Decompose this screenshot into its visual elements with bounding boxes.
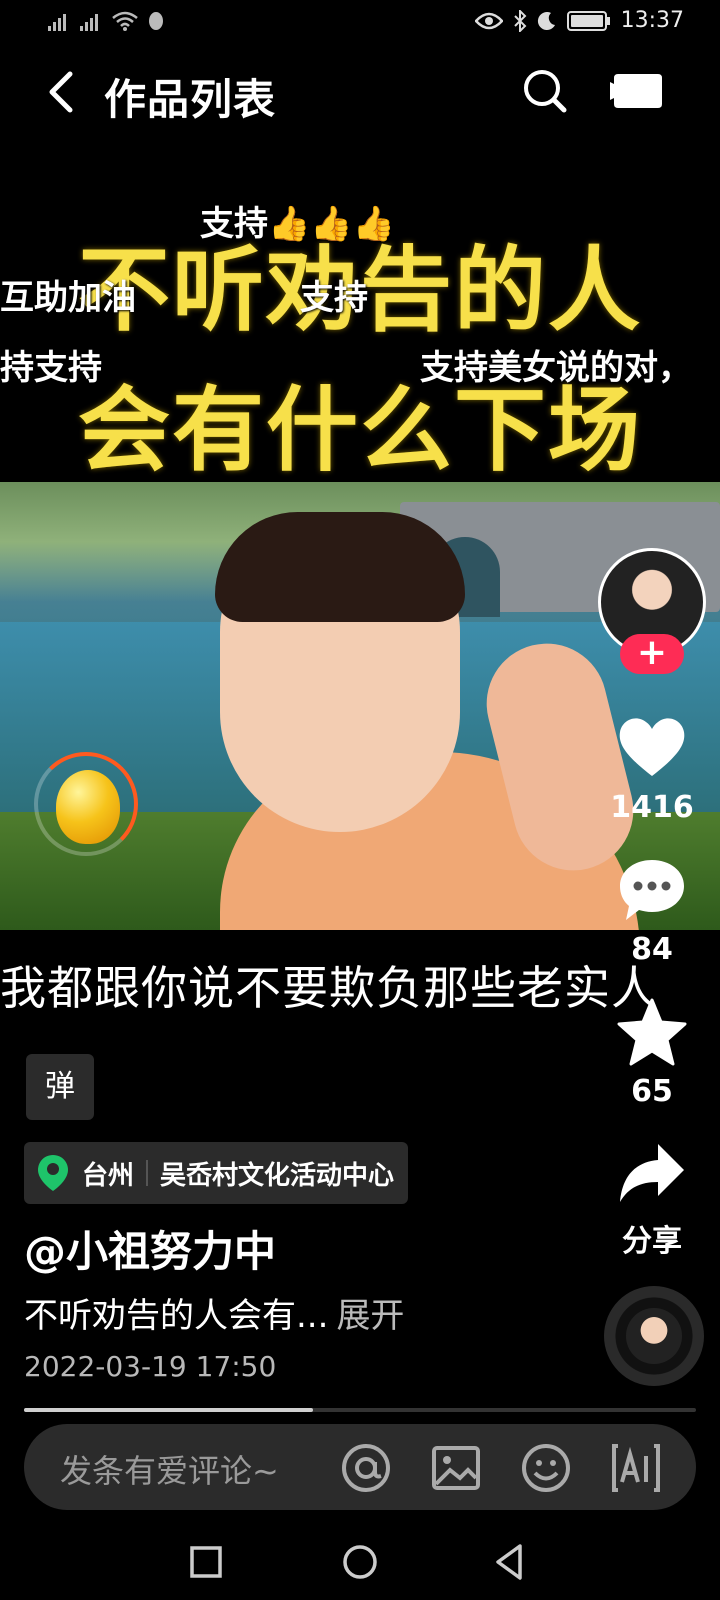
moon-icon: [537, 11, 555, 30]
author-name[interactable]: @小祖努力中: [24, 1218, 276, 1279]
follow-button[interactable]: +: [620, 634, 684, 674]
post-date: 2022-03-19 17:50: [24, 1350, 277, 1383]
share-label: 分享: [622, 1224, 682, 1259]
favorite-count: 65: [631, 1074, 673, 1109]
like-count: 1416: [610, 790, 694, 825]
share-button[interactable]: 分享: [596, 1138, 708, 1260]
danmu-comment: 支持美女说的对，: [420, 348, 692, 388]
person-hair: [215, 512, 465, 622]
danmu-comment: 持支持: [0, 348, 102, 388]
music-tag[interactable]: 弹: [26, 1054, 94, 1120]
bluetooth-icon: [513, 9, 527, 32]
status-bar: 13:37: [0, 0, 720, 44]
signal-icon: [48, 11, 72, 31]
video-progress-bar[interactable]: [24, 1408, 696, 1412]
location-pin-icon: [38, 1155, 68, 1191]
status-right: 13:37: [474, 8, 684, 33]
status-left: [48, 10, 166, 32]
comment-count: 84: [631, 932, 673, 967]
location-divider: [146, 1160, 149, 1186]
like-button[interactable]: 1416: [596, 712, 708, 825]
comment-input[interactable]: 发条有爱评论~: [60, 1446, 279, 1492]
music-cover: [626, 1308, 682, 1364]
comment-button[interactable]: 84: [596, 854, 708, 967]
comment-icon: [620, 860, 684, 920]
battery-icon: [566, 10, 610, 31]
progress-fill: [24, 1408, 313, 1412]
video-description: 不听劝告的人会有... 展开: [24, 1288, 404, 1337]
description-text: 不听劝告的人会有...: [24, 1296, 329, 1336]
music-disc[interactable]: [604, 1286, 704, 1386]
heart-icon: [619, 718, 685, 776]
page-title: 作品列表: [104, 75, 277, 124]
comment-bar: 发条有爱评论~: [24, 1424, 696, 1510]
back-nav-icon[interactable]: [488, 1540, 532, 1584]
home-icon[interactable]: [338, 1540, 382, 1584]
golden-egg-icon: [56, 770, 120, 844]
search-icon[interactable]: [520, 66, 570, 116]
golden-egg-button[interactable]: [34, 752, 138, 856]
danmu-comment: 支持👍👍👍: [200, 204, 396, 244]
location-city: 台州: [82, 1160, 135, 1191]
video-camera-icon[interactable]: [610, 70, 666, 112]
system-nav-bar: [0, 1530, 720, 1600]
qq-icon: [149, 12, 163, 30]
ai-icon[interactable]: [610, 1442, 662, 1494]
location-chip[interactable]: 台州 吴岙村文化活动中心: [24, 1142, 409, 1204]
video-title-banner: 不听劝告的人 会有什么下场 支持👍👍👍 互助加油 支持 持支持 支持美女说的对，: [0, 186, 720, 484]
image-icon[interactable]: [430, 1442, 482, 1494]
danmu-comment: 支持: [300, 278, 368, 318]
expand-link[interactable]: 展开: [336, 1296, 404, 1336]
back-icon[interactable]: [40, 66, 90, 118]
emoji-icon[interactable]: [520, 1442, 572, 1494]
video-person: [160, 502, 647, 930]
signal-icon: [80, 11, 104, 31]
status-time: 13:37: [620, 8, 684, 33]
share-icon: [620, 1144, 684, 1202]
eye-icon: [474, 12, 503, 29]
location-place: 吴岙村文化活动中心: [160, 1160, 395, 1191]
star-icon: [617, 998, 687, 1066]
favorite-button[interactable]: 65: [596, 996, 708, 1109]
wifi-icon: [112, 11, 138, 31]
top-bar: 作品列表: [0, 52, 720, 132]
danmu-comment: 互助加油: [0, 278, 136, 318]
recent-apps-icon[interactable]: [184, 1540, 228, 1584]
at-mention-icon[interactable]: [340, 1442, 392, 1494]
